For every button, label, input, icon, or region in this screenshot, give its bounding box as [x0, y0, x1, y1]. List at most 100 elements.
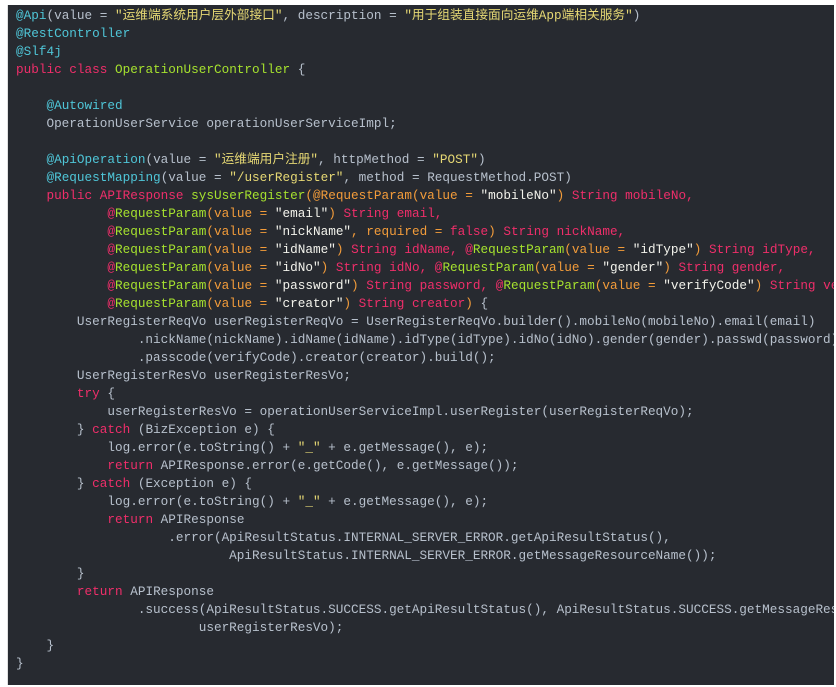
code-line: } catch (Exception e) { — [16, 475, 834, 493]
code-line: .passcode(verifyCode).creator(creator).b… — [16, 349, 834, 367]
code-token: String nickName, — [495, 224, 626, 239]
code-token: "POST" — [432, 152, 478, 167]
code-token: @ApiOperation — [46, 152, 146, 167]
code-token: String creator — [351, 296, 466, 311]
code-token: return — [107, 458, 154, 473]
code-token: @Autowired — [46, 98, 123, 113]
code-token: String idNo, @ — [328, 260, 443, 275]
code-token: .error(ApiResultStatus.INTERNAL_SERVER_E… — [16, 530, 671, 545]
code-line: .error(ApiResultStatus.INTERNAL_SERVER_E… — [16, 529, 834, 547]
code-token: .nickName(nickName).idName(idName).idTyp… — [16, 332, 834, 347]
code-token: RequestParam — [472, 242, 565, 257]
code-token: + e.getMessage(), e); — [320, 494, 489, 509]
code-line: @RequestParam(value = "creator") String … — [16, 295, 834, 313]
code-token: "creator" — [274, 296, 344, 311]
code-token: catch — [92, 476, 131, 491]
code-token: false — [450, 224, 489, 239]
code-token: @ — [107, 296, 115, 311]
code-token: @Api — [16, 8, 47, 23]
code-line: @Autowired — [16, 97, 834, 115]
code-token: (BizException e) { — [130, 422, 275, 437]
code-line: OperationUserService operationUserServic… — [16, 115, 834, 133]
code-token: (value = — [46, 8, 115, 23]
code-token: userRegisterResVo); — [16, 620, 344, 635]
code-line: log.error(e.toString() + "_" + e.getMess… — [16, 493, 834, 511]
code-token: (Exception e) { — [130, 476, 253, 491]
code-line: } — [16, 637, 834, 655]
code-line: @Api(value = "运维端系统用户层外部接口", description… — [16, 7, 834, 25]
code-line: ApiResultStatus.INTERNAL_SERVER_ERROR.ge… — [16, 547, 834, 565]
code-line: public class OperationUserController { — [16, 61, 834, 79]
code-token: } — [16, 656, 24, 671]
code-token: (value = — [145, 152, 214, 167]
code-token: (value = — [206, 296, 275, 311]
code-line: userRegisterResVo); — [16, 619, 834, 637]
code-token: APIResponse.error(e.getCode(), e.getMess… — [153, 458, 519, 473]
code-token: , required = — [351, 224, 451, 239]
code-line: log.error(e.toString() + "_" + e.getMess… — [16, 439, 834, 457]
code-token: UserRegisterReqVo userRegisterReqVo = Us… — [16, 314, 816, 329]
code-token: "_" — [297, 494, 321, 509]
code-token: } — [16, 638, 55, 653]
code-token: OperationUserService operationUserServic… — [16, 116, 397, 131]
code-token: RequestParam — [503, 278, 595, 293]
code-token: @RequestMapping — [46, 170, 161, 185]
code-line: @Slf4j — [16, 43, 834, 61]
code-token: "/userRegister" — [229, 170, 344, 185]
code-line: @RequestParam(value = "idName") String i… — [16, 241, 834, 259]
code-token: + e.getMessage(), e); — [320, 440, 489, 455]
code-token: (value = — [206, 242, 275, 257]
code-token: "用于组装直接面向运维App端相关服务" — [404, 8, 633, 23]
code-token: { — [99, 386, 115, 401]
code-line: UserRegisterReqVo userRegisterReqVo = Us… — [16, 313, 834, 331]
code-token: RequestParam — [115, 224, 207, 239]
code-token: RequestParam — [442, 260, 534, 275]
code-line: @RestController — [16, 25, 834, 43]
code-line: @RequestParam(value = "idNo") String idN… — [16, 259, 834, 277]
code-token: try — [76, 386, 100, 401]
code-token: "mobileNo" — [480, 188, 557, 203]
code-token: UserRegisterResVo userRegisterResVo; — [16, 368, 352, 383]
code-token: @ — [107, 260, 115, 275]
code-token: (value = — [206, 278, 275, 293]
code-line: .success(ApiResultStatus.SUCCESS.getApiR… — [16, 601, 834, 619]
code-token: String idName, @ — [343, 242, 473, 257]
code-token: "gender" — [602, 260, 664, 275]
code-token: } — [16, 476, 93, 491]
code-line: @RequestParam(value = "email") String em… — [16, 205, 834, 223]
code-token: @Slf4j — [16, 44, 62, 59]
code-token: String verifyCode, — [769, 278, 834, 293]
code-lines: @Api(value = "运维端系统用户层外部接口", description… — [16, 7, 834, 673]
code-token: (value = — [160, 170, 230, 185]
code-token: "nickName" — [274, 224, 352, 239]
code-token: String password, @ — [358, 278, 504, 293]
code-token: (@RequestParam(value = — [305, 188, 481, 203]
code-line: @RequestParam(value = "password") String… — [16, 277, 834, 295]
code-token: .passcode(verifyCode).creator(creator).b… — [16, 350, 496, 365]
code-token: @ — [107, 278, 115, 293]
code-token: RequestParam — [115, 260, 207, 275]
code-token: .success(ApiResultStatus.SUCCESS.getApiR… — [137, 602, 834, 617]
code-token: OperationUserController — [114, 62, 291, 77]
code-block: @Api(value = "运维端系统用户层外部接口", description… — [7, 5, 834, 685]
code-token: , description = — [282, 8, 405, 23]
code-token: (value = — [206, 224, 275, 239]
code-token: (value = — [206, 260, 275, 275]
code-token: "password" — [274, 278, 352, 293]
code-line: return APIResponse — [16, 583, 834, 601]
code-line: UserRegisterResVo userRegisterResVo; — [16, 367, 834, 385]
code-line: @RequestParam(value = "nickName", requir… — [16, 223, 834, 241]
code-token: , httpMethod = — [318, 152, 433, 167]
code-line: } catch (BizException e) { — [16, 421, 834, 439]
code-token: return — [107, 512, 154, 527]
code-token: } — [16, 422, 93, 437]
